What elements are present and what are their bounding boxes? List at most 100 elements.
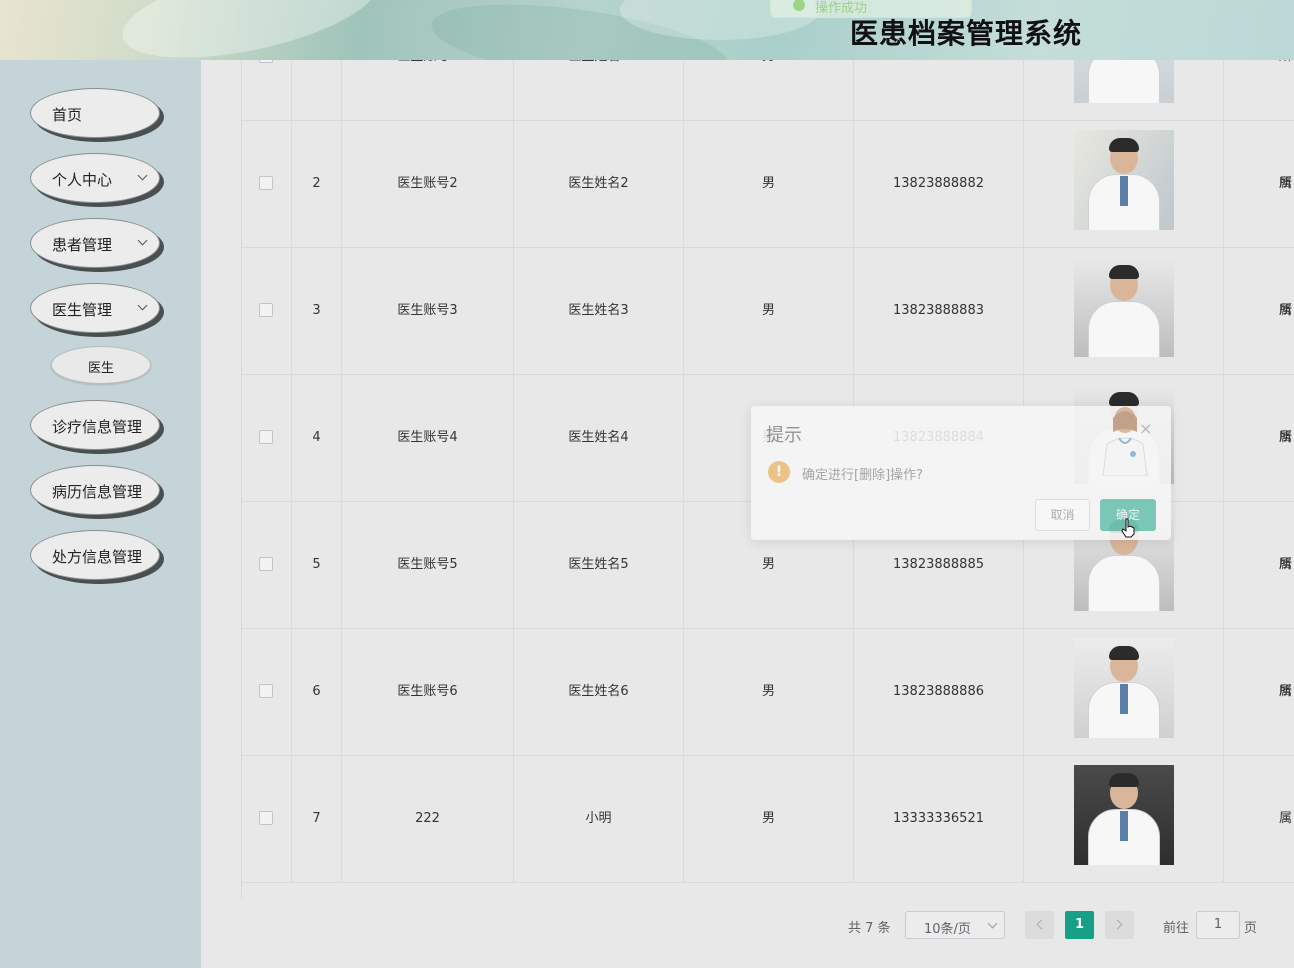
phone-cell: 13333336521 (854, 755, 1024, 882)
more-cell-text: 所属 (1279, 430, 1293, 572)
index-cell: 5 (292, 501, 342, 628)
index-cell-text: 6 (312, 684, 321, 699)
chevron-left-icon (1036, 919, 1047, 930)
menu-personal-center[interactable]: 个人中心 (30, 153, 160, 203)
doctor-name-cell-text: 小明 (585, 811, 612, 826)
table-row: 7 222 小明 男 13333336521 (242, 755, 1294, 883)
photo-hair (1109, 646, 1139, 660)
more-cell: 所属 (1224, 374, 1294, 572)
photo-coat (1088, 60, 1160, 103)
photo-coat (1088, 301, 1160, 357)
row-checkbox[interactable] (259, 811, 273, 825)
index-cell: 3 (292, 247, 342, 374)
more-cell-text: 所属 (1279, 60, 1293, 191)
index-cell-text: 3 (312, 303, 321, 318)
prev-page-button[interactable] (1025, 911, 1054, 939)
doctor-name-cell: 医生姓名5 (514, 501, 684, 628)
page-size-select[interactable]: 10条/页 (905, 911, 1005, 939)
doctor-name-cell-text: 医生姓名1 (514, 60, 683, 120)
menu-diagnosis-management[interactable]: 诊疗信息管理 (30, 400, 160, 450)
photo-cell (1024, 628, 1224, 755)
confirm-dialog: 提示 × ! 确定进行[删除]操作? 取消 确定 (751, 406, 1171, 540)
doctor-name-cell: 医生姓名1 (514, 60, 684, 120)
row-checkbox[interactable] (259, 176, 273, 190)
phone-cell-text: 13823888886 (893, 684, 984, 699)
doctor-photo[interactable] (1074, 257, 1174, 357)
more-cell-text: 所属 (1279, 557, 1293, 699)
row-checkbox-cell (242, 374, 292, 501)
cancel-button[interactable]: 取消 (1035, 499, 1090, 531)
doctor-photo[interactable] (1074, 765, 1174, 865)
menu-prescription-management[interactable]: 处方信息管理 (30, 530, 160, 580)
doctor-photo[interactable] (1074, 638, 1174, 738)
photo-cell (1024, 120, 1224, 247)
phone-cell: 13823888881 (854, 60, 1024, 120)
menu-label: 医生管理 (52, 301, 113, 319)
row-checkbox[interactable] (259, 303, 273, 317)
check-circle-icon (793, 0, 805, 11)
index-cell-text: 2 (312, 176, 321, 191)
more-cell: 所属 (1224, 60, 1294, 191)
system-title: 医患档案管理系统 (850, 17, 1083, 50)
phone-cell-text: 13333336521 (893, 811, 984, 826)
doctor-account-cell: 医生账号3 (342, 247, 514, 374)
table-row: 3 医生账号3 医生姓名3 男 13823888883 所属 (242, 247, 1294, 445)
doctor-photo[interactable] (1074, 60, 1174, 103)
row-checkbox[interactable] (259, 557, 273, 571)
row-checkbox-cell (242, 628, 292, 755)
menu-patient-management[interactable]: 患者管理 (30, 218, 160, 268)
phone-cell: 13823888886 (854, 628, 1024, 755)
photo-cell (1024, 60, 1224, 120)
index-cell: 7 (292, 755, 342, 882)
menu-label: 病历信息管理 (52, 483, 143, 501)
phone-cell: 13823888883 (854, 247, 1024, 374)
menu-label: 首页 (52, 106, 83, 124)
goto-page-input[interactable]: 1 (1196, 911, 1240, 939)
row-checkbox[interactable] (259, 684, 273, 698)
gender-cell-text: 男 (761, 176, 775, 191)
row-checkbox-cell (242, 501, 292, 628)
row-checkbox[interactable] (259, 60, 273, 63)
submenu-label: 医生 (88, 361, 115, 376)
doctor-name-cell: 医生姓名2 (514, 120, 684, 247)
photo-coat (1088, 555, 1160, 611)
index-cell-text: 4 (312, 430, 321, 445)
more-cell: 所属 (1224, 628, 1294, 826)
chevron-right-icon (1112, 919, 1123, 930)
menu-doctor-management[interactable]: 医生管理 (30, 283, 160, 333)
doctor-account-cell: 医生账号6 (342, 628, 514, 755)
doctor-name-cell-text: 医生姓名5 (568, 557, 629, 572)
row-checkbox[interactable] (259, 430, 273, 444)
close-icon[interactable]: × (1139, 421, 1153, 437)
next-page-button[interactable] (1105, 911, 1134, 939)
more-cell: 所属 (1224, 501, 1294, 699)
index-cell: 6 (292, 628, 342, 755)
more-cell (1224, 755, 1294, 882)
index-cell: 1 (292, 60, 342, 120)
goto-label: 前往 (1163, 921, 1190, 936)
doctor-photo[interactable] (1074, 130, 1174, 230)
doctor-name-cell-text: 医生姓名4 (568, 430, 629, 445)
page-number-current[interactable]: 1 (1065, 911, 1094, 939)
submenu-doctor[interactable]: 医生 (51, 346, 151, 384)
more-cell-text (1224, 755, 1294, 882)
gender-cell: 男 (684, 628, 854, 755)
nurse-illustration (1102, 407, 1148, 476)
photo-tie (1120, 176, 1128, 206)
menu-label: 处方信息管理 (52, 548, 143, 566)
index-cell-text: 5 (312, 557, 321, 572)
doctor-account-cell: 医生账号5 (342, 501, 514, 628)
doctor-account-cell: 医生账号4 (342, 374, 514, 501)
photo-cell (1024, 755, 1224, 882)
chevron-up-icon (137, 300, 148, 311)
row-checkbox-cell (242, 60, 292, 120)
phone-cell-text: 13823888883 (893, 303, 984, 318)
gender-cell-text: 男 (761, 303, 775, 318)
menu-label: 个人中心 (52, 171, 113, 189)
menu-medical-record-management[interactable]: 病历信息管理 (30, 465, 160, 515)
menu-label: 诊疗信息管理 (52, 418, 143, 436)
index-cell: 2 (292, 120, 342, 247)
photo-hair (1109, 265, 1139, 279)
menu-home[interactable]: 首页 (30, 88, 160, 138)
doctor-account-cell-text: 医生账号6 (397, 684, 458, 699)
